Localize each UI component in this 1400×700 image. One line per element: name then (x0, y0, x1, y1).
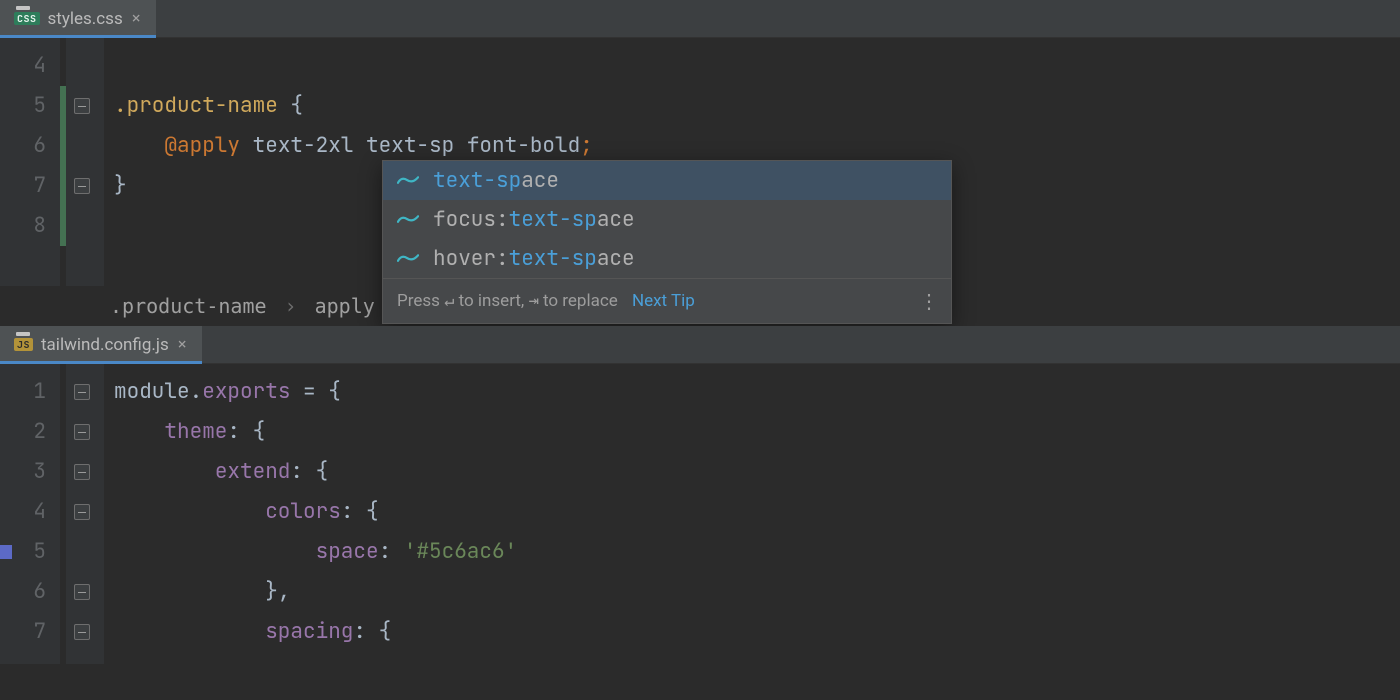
completion-item[interactable]: focus:text-space (383, 200, 951, 239)
tab-label: styles.css (48, 9, 123, 29)
code-area-top[interactable]: .product-name { @apply text-2xl text-sp … (104, 38, 1400, 286)
tab-label: tailwind.config.js (41, 335, 169, 355)
gutter-bottom: 1 2 3 4 5 6 7 (0, 364, 60, 664)
js-file-icon: JS (14, 338, 33, 351)
tabstrip-bottom: JS tailwind.config.js × (0, 326, 1400, 364)
breadcrumb-item[interactable]: .product-name (110, 294, 267, 318)
tailwind-icon (397, 252, 419, 266)
css-brace: { (290, 92, 303, 119)
fold-strip-bottom (66, 364, 104, 664)
fold-toggle-icon[interactable] (74, 424, 90, 440)
completion-rest: ace (521, 167, 559, 194)
css-brace: } (114, 172, 127, 199)
fold-strip-top (66, 38, 104, 286)
completion-footer: Press ↵ to insert, ⇥ to replace Next Tip… (383, 278, 951, 323)
css-selector: .product-name (114, 92, 278, 119)
completion-item[interactable]: hover:text-space (383, 239, 951, 278)
fold-toggle-icon[interactable] (74, 98, 90, 114)
tab-styles-css[interactable]: CSS styles.css × (0, 0, 156, 37)
close-icon[interactable]: × (131, 10, 142, 28)
chevron-right-icon: › (285, 294, 297, 318)
editor-pane-tailwind: JS tailwind.config.js × 1 2 3 4 5 6 7 mo… (0, 326, 1400, 664)
css-file-icon: CSS (14, 12, 40, 25)
fold-toggle-icon[interactable] (74, 504, 90, 520)
css-directive: @apply (164, 132, 240, 159)
css-values: text-2xl text-sp font-bold (253, 132, 581, 159)
enter-key-icon: ↵ (444, 291, 454, 311)
tab-tailwind-config[interactable]: JS tailwind.config.js × (0, 326, 202, 363)
close-icon[interactable]: × (177, 336, 188, 354)
completion-popup: text-space focus:text-space hover:text-s… (382, 160, 952, 324)
tailwind-icon (397, 174, 419, 188)
tabstrip-top: CSS styles.css × (0, 0, 1400, 38)
code-area-bottom[interactable]: module.exports = { theme: { extend: { co… (104, 364, 1400, 664)
breadcrumb-item[interactable]: apply (315, 294, 375, 318)
more-options-icon[interactable]: ⋮ (919, 289, 937, 313)
fold-toggle-icon[interactable] (74, 178, 90, 194)
completion-item[interactable]: text-space (383, 161, 951, 200)
css-semicolon: ; (580, 132, 593, 159)
next-tip-link[interactable]: Next Tip (632, 291, 695, 311)
fold-toggle-icon[interactable] (74, 384, 90, 400)
fold-toggle-icon[interactable] (74, 624, 90, 640)
fold-toggle-icon[interactable] (74, 584, 90, 600)
fold-toggle-icon[interactable] (74, 464, 90, 480)
gutter-top: 4 5 6 7 8 (0, 38, 60, 286)
editor-pane-styles: CSS styles.css × 4 5 6 7 8 .product-name… (0, 0, 1400, 326)
tab-key-icon: ⇥ (529, 291, 539, 311)
tailwind-icon (397, 213, 419, 227)
completion-match: text-sp (433, 167, 521, 194)
color-swatch-icon[interactable] (0, 545, 12, 559)
